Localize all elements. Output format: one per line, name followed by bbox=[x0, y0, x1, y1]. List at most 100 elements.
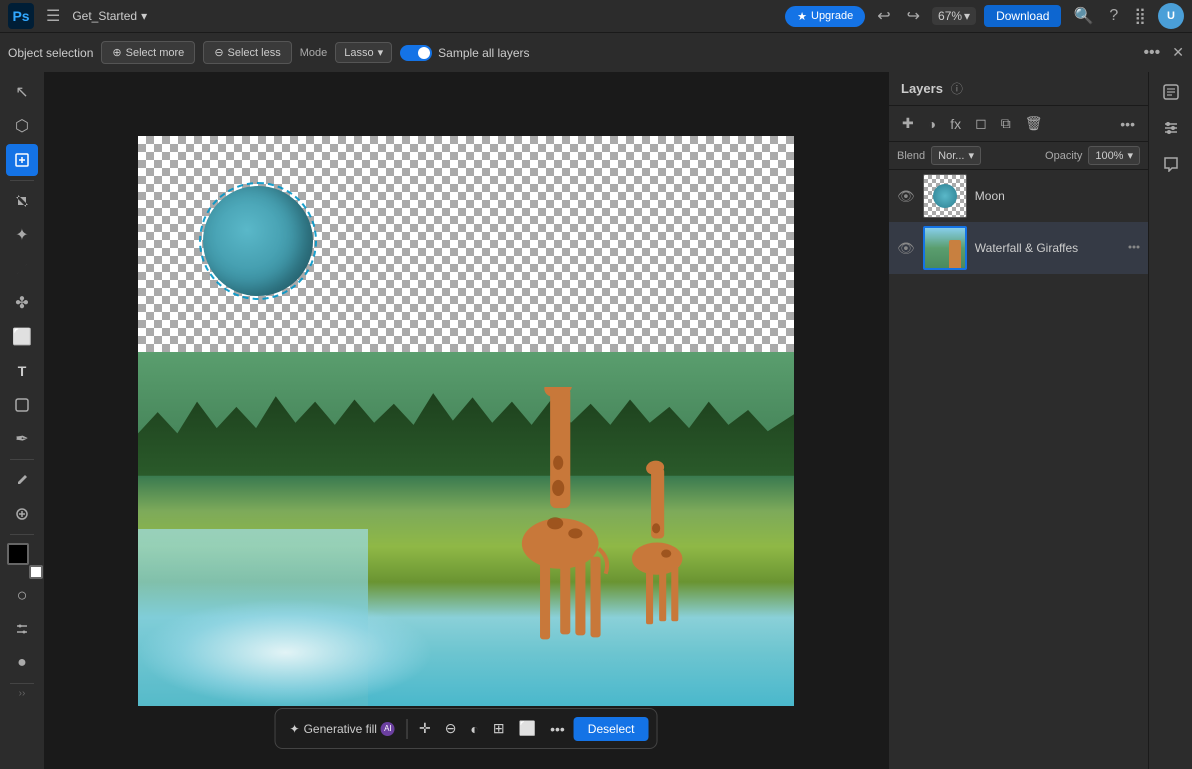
layers-more-button[interactable]: ••• bbox=[1115, 113, 1140, 135]
mode-label: Mode bbox=[300, 47, 328, 59]
opacity-input[interactable]: 100% ▾ bbox=[1088, 146, 1140, 165]
new-layer-button[interactable]: ✚ bbox=[897, 112, 919, 135]
eyedropper-tool-button[interactable] bbox=[6, 464, 38, 496]
layer-options-icon[interactable] bbox=[1128, 241, 1140, 256]
left-toolbar: ↖ ⬡ ✦ ✤ ⬜ T ✒ bbox=[0, 72, 44, 769]
download-button[interactable]: Download bbox=[984, 5, 1061, 27]
shape-tool-button[interactable] bbox=[6, 389, 38, 421]
main-area: ↖ ⬡ ✦ ✤ ⬜ T ✒ bbox=[0, 72, 1192, 769]
layer-effects-button[interactable]: fx bbox=[945, 113, 966, 135]
subtract-button[interactable]: ⊖ bbox=[440, 715, 462, 742]
color-swatch-area[interactable] bbox=[7, 543, 37, 573]
layer-group-button[interactable]: ⧉ bbox=[996, 112, 1016, 135]
layers-panel: Layers ⓘ ✚ ◑ fx ◻ ⧉ 🗑 ••• Blend Nor... ▾… bbox=[888, 72, 1148, 769]
waterfall-spray bbox=[138, 599, 433, 705]
invert-button[interactable]: ◐ bbox=[465, 716, 483, 742]
sample-all-layers-toggle[interactable]: Sample all layers bbox=[400, 45, 529, 61]
canvas-area[interactable]: ✦ Generative fill AI ✛ ⊖ ◐ ⊞ ⬜ ••• Desel… bbox=[44, 72, 888, 769]
tool-name-label: Object selection bbox=[8, 46, 93, 60]
layer-mask-button[interactable]: ◻ bbox=[970, 112, 992, 135]
toggle-thumb bbox=[418, 47, 430, 59]
options-bar: Object selection ⊕ Select more ⊖ Select … bbox=[0, 32, 1192, 72]
giraffe-preview bbox=[949, 240, 961, 268]
clone-stamp-button[interactable]: ✤ bbox=[6, 287, 38, 319]
foreground-color[interactable] bbox=[7, 543, 29, 565]
blend-opacity-row: Blend Nor... ▾ Opacity 100% ▾ bbox=[889, 142, 1148, 170]
canvas bbox=[138, 136, 794, 706]
moon-selection-marquee bbox=[199, 182, 317, 300]
blend-mode-select[interactable]: Nor... ▾ bbox=[931, 146, 981, 165]
lasso-tool-button[interactable]: ⬡ bbox=[6, 110, 38, 142]
spot-heal-button[interactable]: ✦ bbox=[6, 219, 38, 251]
layer-visibility-toggle[interactable]: 👁 bbox=[897, 240, 915, 257]
healing-tool-button[interactable] bbox=[6, 498, 38, 530]
generative-fill-button[interactable]: ✦ Generative fill AI bbox=[284, 718, 401, 740]
topbar: Ps ☰ Get_Started ▾ ★ Upgrade ↩ ↪ 67% ▾ D… bbox=[0, 0, 1192, 32]
chevron-down-icon: ▾ bbox=[964, 9, 970, 23]
layers-header: Layers ⓘ bbox=[889, 72, 1148, 106]
hamburger-menu-icon[interactable]: ☰ bbox=[42, 4, 64, 28]
transform-button[interactable]: ✛ bbox=[414, 715, 436, 742]
ai-badge: AI bbox=[381, 722, 395, 736]
comments-button[interactable] bbox=[1155, 148, 1187, 180]
feather-button[interactable]: ⬜ bbox=[514, 715, 541, 742]
layer-thumbnail bbox=[923, 226, 967, 270]
select-less-icon: ⊖ bbox=[214, 46, 223, 59]
star-icon: ★ bbox=[797, 10, 807, 23]
redo-button[interactable]: ↪ bbox=[903, 4, 924, 28]
crop-tool-button[interactable] bbox=[6, 185, 38, 217]
more-button[interactable]: ••• bbox=[545, 716, 570, 742]
moon-preview bbox=[933, 184, 957, 208]
search-button[interactable]: 🔍 bbox=[1069, 4, 1097, 28]
toggle-switch[interactable] bbox=[400, 45, 432, 61]
brush-tool-button[interactable] bbox=[6, 253, 38, 285]
select-less-button[interactable]: ⊖ Select less bbox=[203, 41, 291, 64]
scene-overlay bbox=[138, 136, 794, 706]
layer-thumbnail bbox=[923, 174, 967, 218]
layer-item[interactable]: 👁 Waterfall & Giraffes bbox=[889, 222, 1148, 274]
chevron-down-icon: ▾ bbox=[378, 46, 384, 59]
layers-panel-content: Layers ⓘ ✚ ◑ fx ◻ ⧉ 🗑 ••• Blend Nor... ▾… bbox=[889, 72, 1148, 769]
opacity-label: Opacity bbox=[1045, 150, 1082, 162]
pen-tool-button[interactable]: ✒ bbox=[6, 423, 38, 455]
object-select-tool-button[interactable] bbox=[6, 144, 38, 176]
background-color[interactable] bbox=[29, 565, 43, 579]
zoom-control[interactable]: 67% ▾ bbox=[932, 7, 976, 25]
toolbar-separator bbox=[407, 719, 408, 739]
layer-item[interactable]: 👁 Moon bbox=[889, 170, 1148, 222]
layers-list: 👁 Moon 👁 Waterfall & Giraffes bbox=[889, 170, 1148, 769]
properties-panel-button[interactable] bbox=[1155, 76, 1187, 108]
expand-tools-icon[interactable]: ›› bbox=[19, 688, 26, 699]
close-options-button[interactable]: ✕ bbox=[1172, 44, 1184, 61]
adjust-tool[interactable] bbox=[6, 613, 38, 645]
undo-button[interactable]: ↩ bbox=[873, 4, 894, 28]
blend-label: Blend bbox=[897, 150, 925, 162]
sample-all-layers-label: Sample all layers bbox=[438, 46, 529, 60]
eraser-tool-button[interactable]: ⬜ bbox=[6, 321, 38, 353]
zoom-value: 67% bbox=[938, 9, 962, 23]
circle-tool[interactable]: ○ bbox=[6, 579, 38, 611]
options-more-button[interactable]: ••• bbox=[1139, 42, 1164, 64]
chevron-down-icon: ▾ bbox=[1127, 149, 1133, 162]
ps-logo: Ps bbox=[8, 3, 34, 29]
apps-button[interactable]: ⣿ bbox=[1130, 4, 1150, 28]
help-button[interactable]: ? bbox=[1105, 5, 1122, 27]
adjustment-layer-button[interactable]: ◑ bbox=[923, 113, 941, 135]
user-avatar[interactable]: U bbox=[1158, 3, 1184, 29]
upgrade-button[interactable]: ★ Upgrade bbox=[785, 6, 865, 27]
generative-fill-icon: ✦ bbox=[290, 722, 300, 736]
expand-selection-button[interactable]: ⊞ bbox=[488, 715, 510, 742]
layer-visibility-toggle[interactable]: 👁 bbox=[897, 188, 915, 205]
chevron-down-icon: ▾ bbox=[968, 149, 974, 162]
type-tool-button[interactable]: T bbox=[6, 355, 38, 387]
delete-layer-button[interactable]: 🗑 bbox=[1020, 112, 1048, 135]
mode-select[interactable]: Lasso ▾ bbox=[335, 42, 392, 63]
move-tool-button[interactable]: ↖ bbox=[6, 76, 38, 108]
adjustments-button[interactable] bbox=[1155, 112, 1187, 144]
select-more-button[interactable]: ⊕ Select more bbox=[101, 41, 195, 64]
layer-name: Moon bbox=[975, 189, 1140, 203]
doc-title[interactable]: Get_Started ▾ bbox=[72, 9, 147, 23]
layers-info-icon[interactable]: ⓘ bbox=[951, 80, 963, 97]
deselect-button[interactable]: Deselect bbox=[574, 717, 649, 741]
ellipse-tool[interactable]: ● bbox=[6, 647, 38, 679]
